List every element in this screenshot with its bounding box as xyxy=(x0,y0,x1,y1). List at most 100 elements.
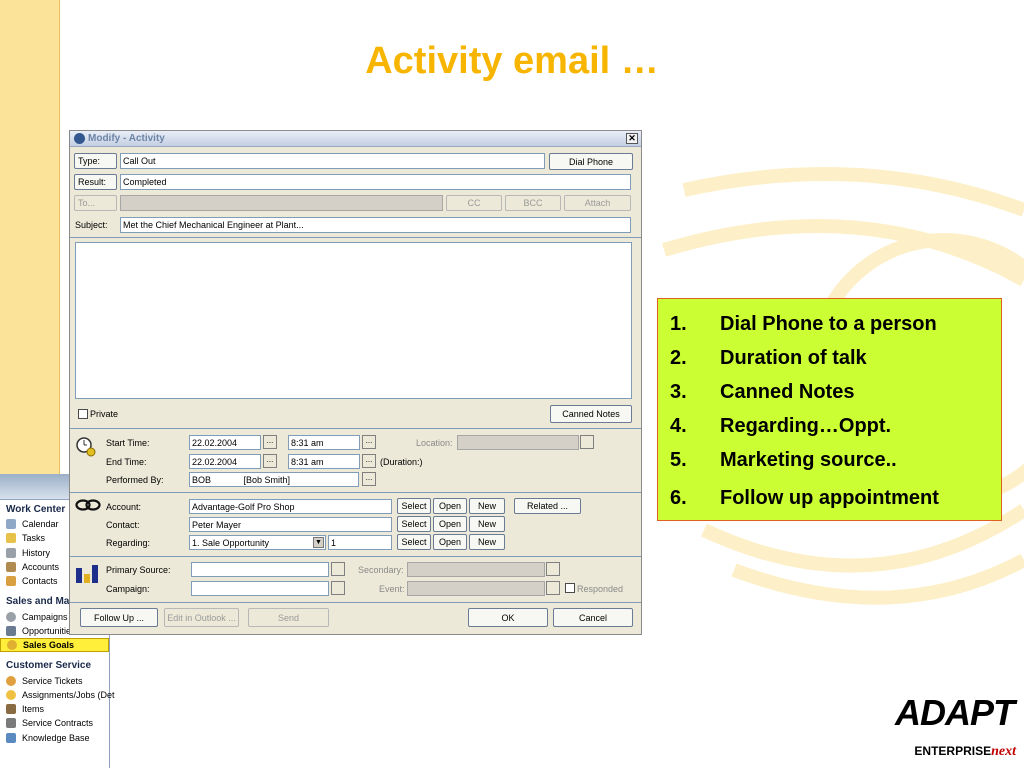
calendar-icon xyxy=(6,519,16,530)
event-field[interactable] xyxy=(407,581,545,596)
cc-button[interactable]: CC xyxy=(446,195,502,211)
start-time-field[interactable]: 8:31 am xyxy=(288,435,360,450)
account-new-button[interactable]: New xyxy=(469,498,505,514)
chevron-down-icon[interactable]: ▼ xyxy=(313,537,324,548)
ok-button[interactable]: OK xyxy=(468,608,548,627)
send-button[interactable]: Send xyxy=(248,608,329,627)
regarding-label: Regarding: xyxy=(106,538,151,548)
callout-item: 1. Dial Phone to a person xyxy=(670,312,937,335)
performed-by-picker-button[interactable]: ... xyxy=(362,472,376,486)
app-icon xyxy=(74,133,85,144)
follow-up-button[interactable]: Follow Up ... xyxy=(80,608,158,627)
callout-item: 4. Regarding…Oppt. xyxy=(670,414,892,437)
bar-chart-icon xyxy=(76,565,98,583)
location-label: Location: xyxy=(416,438,453,448)
items-icon xyxy=(6,704,16,715)
chain-link-icon xyxy=(75,499,101,511)
campaign-picker-button[interactable] xyxy=(331,581,345,595)
adapt-logo: ADAPT xyxy=(895,692,1015,733)
subject-label: Subject: xyxy=(75,220,108,230)
clock-icon xyxy=(76,437,96,457)
sidebar-item-sales-goals[interactable]: Sales Goals xyxy=(0,638,109,653)
service-tickets-icon xyxy=(6,675,16,686)
responded-label: Responded xyxy=(577,584,624,594)
to-button[interactable]: To... xyxy=(74,195,117,211)
divider xyxy=(70,428,641,429)
customer-service-header: Customer Service xyxy=(6,660,92,672)
start-time-picker-button[interactable]: ... xyxy=(362,435,376,449)
slide-title: Activity email … xyxy=(365,40,659,82)
contacts-icon xyxy=(6,576,16,587)
secondary-label: Secondary: xyxy=(358,565,404,575)
related-button[interactable]: Related ... xyxy=(514,498,581,514)
type-field[interactable]: Call Out xyxy=(120,153,545,169)
history-icon xyxy=(6,547,16,558)
sidebar-item-service-contracts[interactable]: Service Contracts xyxy=(0,716,109,730)
divider xyxy=(70,556,641,557)
primary-source-label: Primary Source: xyxy=(106,565,171,575)
bcc-button[interactable]: BCC xyxy=(505,195,561,211)
edit-in-outlook-button[interactable]: Edit in Outlook ... xyxy=(164,608,239,627)
sidebar-item-assignments[interactable]: Assignments/Jobs (Det xyxy=(0,688,115,702)
dialog-title: Modify - Activity xyxy=(88,133,165,144)
regarding-select-button[interactable]: Select xyxy=(397,534,431,550)
opportunities-icon xyxy=(6,625,16,636)
performed-by-field[interactable]: BOB [Bob Smith] xyxy=(189,472,359,487)
divider xyxy=(70,492,641,493)
secondary-field[interactable] xyxy=(407,562,545,577)
secondary-picker-button[interactable] xyxy=(546,562,560,576)
regarding-new-button[interactable]: New xyxy=(469,534,505,550)
divider xyxy=(70,602,641,603)
result-button[interactable]: Result: xyxy=(74,174,117,190)
account-label: Account: xyxy=(106,502,142,512)
start-date-field[interactable]: 22.02.2004 xyxy=(189,435,261,450)
contact-select-button[interactable]: Select xyxy=(397,516,431,532)
result-field[interactable]: Completed xyxy=(120,174,631,190)
private-checkbox[interactable] xyxy=(78,409,88,419)
end-time-label: End Time: xyxy=(106,457,147,467)
sidebar-item-service-tickets[interactable]: Service Tickets xyxy=(0,673,109,687)
end-time-picker-button[interactable]: ... xyxy=(362,454,376,468)
primary-source-field[interactable] xyxy=(191,562,329,577)
location-picker-button[interactable] xyxy=(580,435,594,449)
event-picker-button[interactable] xyxy=(546,581,560,595)
primary-source-picker-button[interactable] xyxy=(331,562,345,576)
sidebar-item-items[interactable]: Items xyxy=(0,702,109,716)
account-field[interactable]: Advantage-Golf Pro Shop xyxy=(189,499,392,514)
performed-by-label: Performed By: xyxy=(106,475,164,485)
knowledge-base-icon xyxy=(6,732,16,743)
contact-new-button[interactable]: New xyxy=(469,516,505,532)
service-contracts-icon xyxy=(6,718,16,729)
campaigns-icon xyxy=(6,611,16,622)
campaign-field[interactable] xyxy=(191,581,329,596)
sidebar-item-knowledge-base[interactable]: Knowledge Base xyxy=(0,731,109,745)
enterprise-next-logo: ENTERPRISEnext xyxy=(914,744,1016,759)
location-field[interactable] xyxy=(457,435,579,450)
start-time-label: Start Time: xyxy=(106,438,150,448)
callout-item: 3. Canned Notes xyxy=(670,380,855,403)
end-date-picker-button[interactable]: ... xyxy=(263,454,277,468)
end-date-field[interactable]: 22.02.2004 xyxy=(189,454,261,469)
responded-checkbox[interactable] xyxy=(565,583,575,593)
dial-phone-button[interactable]: Dial Phone xyxy=(549,153,633,170)
subject-field[interactable]: Met the Chief Mechanical Engineer at Pla… xyxy=(120,217,631,233)
private-label: Private xyxy=(90,409,119,419)
contact-open-button[interactable]: Open xyxy=(433,516,467,532)
contact-field[interactable]: Peter Mayer xyxy=(189,517,392,532)
start-date-picker-button[interactable]: ... xyxy=(263,435,277,449)
regarding-dropdown[interactable]: 1. Sale Opportunity ▼ xyxy=(189,535,326,550)
regarding-open-button[interactable]: Open xyxy=(433,534,467,550)
type-button[interactable]: Type: xyxy=(74,153,117,169)
callout-item: 5. Marketing source.. xyxy=(670,448,897,471)
attach-button[interactable]: Attach xyxy=(564,195,631,211)
regarding-number-field[interactable]: 1 xyxy=(328,535,392,550)
modify-activity-dialog: Modify - Activity ✕ Type: Call Out Dial … xyxy=(69,130,642,635)
end-time-field[interactable]: 8:31 am xyxy=(288,454,360,469)
canned-notes-button[interactable]: Canned Notes xyxy=(550,405,632,423)
close-icon[interactable]: ✕ xyxy=(626,133,638,144)
account-open-button[interactable]: Open xyxy=(433,498,467,514)
cancel-button[interactable]: Cancel xyxy=(553,608,633,627)
account-select-button[interactable]: Select xyxy=(397,498,431,514)
to-field[interactable] xyxy=(120,195,443,211)
notes-textarea[interactable] xyxy=(75,242,632,399)
